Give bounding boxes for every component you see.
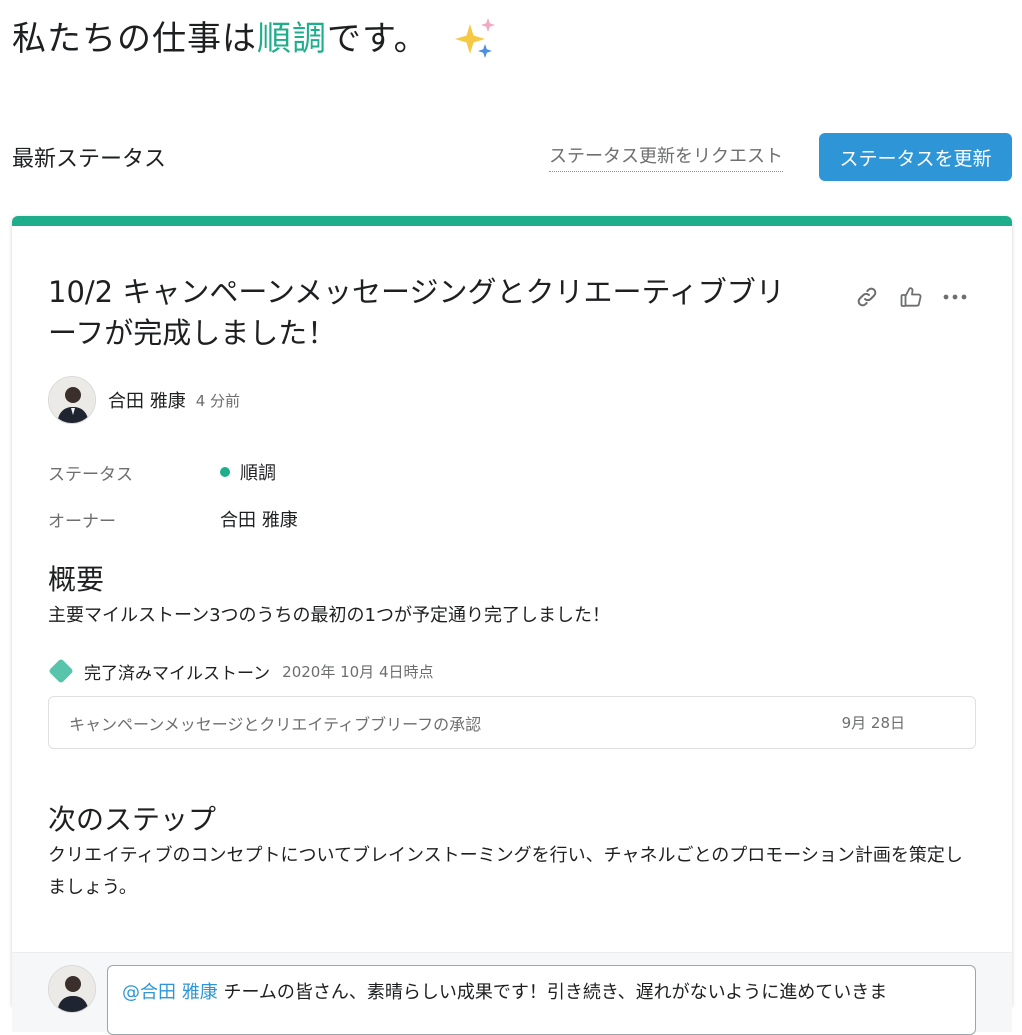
completed-milestones-header: 完了済みマイルストーン 2020年 10月 4日時点 <box>48 658 434 684</box>
owner-field: オーナー 合田 雅康 <box>48 504 298 534</box>
page-title-status: 順調 <box>257 19 327 59</box>
thumbs-up-icon[interactable] <box>898 284 924 310</box>
status-field-value: 順調 <box>220 459 276 485</box>
next-steps-heading: 次のステップ <box>48 803 217 836</box>
page-title: 私たちの仕事は 順調 です。 <box>12 14 501 64</box>
more-options-icon[interactable] <box>942 284 968 310</box>
milestone-name: キャンペーンメッセージとクリエイティブブリーフの承認 <box>69 714 482 734</box>
author-row: 合田 雅康 4 分前 <box>48 376 240 424</box>
status-field: ステータス 順調 <box>48 457 276 487</box>
latest-status-label: 最新ステータス <box>12 147 167 172</box>
avatar[interactable] <box>48 376 96 424</box>
status-update-title: 10/2 キャンペーンメッセージングとクリエーティブブリーフが完成しました！ <box>48 275 785 350</box>
owner-field-label: オーナー <box>48 511 116 532</box>
post-time: 4 分前 <box>195 391 241 410</box>
sparkles-icon <box>454 18 495 58</box>
completed-milestones-label: 完了済みマイルストーン <box>84 663 271 684</box>
card-actions <box>854 284 968 310</box>
commenter-avatar <box>48 965 96 1013</box>
author-name[interactable]: 合田 雅康 <box>108 387 186 413</box>
next-steps-text: クリエイティブのコンセプトについてブレインストーミングを行い、チャネルごとのプロ… <box>48 845 963 898</box>
summary-text: 主要マイルストーン3つのうちの最初の1つが予定通り完了しました！ <box>48 605 611 626</box>
milestone-list-item[interactable]: キャンペーンメッセージとクリエイティブブリーフの承認 9月 28日 <box>48 696 976 749</box>
update-status-button[interactable]: ステータスを更新 <box>819 133 1012 181</box>
status-indicator-dot <box>220 467 230 477</box>
status-update-card: 10/2 キャンペーンメッセージングとクリエーティブブリーフが完成しました！ 合… <box>12 216 1012 1035</box>
request-status-update-link[interactable]: ステータス更新をリクエスト <box>549 142 783 172</box>
comment-area: @合田 雅康 チームの皆さん、素晴らしい成果です！引き続き、遅れがないように進め… <box>12 952 1012 1035</box>
status-actions: ステータス更新をリクエスト ステータスを更新 <box>549 133 1012 181</box>
page-title-suffix: です。 <box>327 19 429 59</box>
status-field-label: ステータス <box>48 464 133 485</box>
summary-heading: 概要 <box>48 563 105 596</box>
milestone-date: 9月 28日 <box>841 714 905 732</box>
milestones-as-of-date: 2020年 10月 4日時点 <box>282 662 434 681</box>
comment-input[interactable]: @合田 雅康 チームの皆さん、素晴らしい成果です！引き続き、遅れがないように進め… <box>107 965 976 1035</box>
page-title-prefix: 私たちの仕事は <box>12 19 257 59</box>
status-bar: 最新ステータス ステータス更新をリクエスト ステータスを更新 <box>12 132 1012 182</box>
milestone-diamond-icon <box>48 658 74 684</box>
owner-field-value[interactable]: 合田 雅康 <box>220 506 298 532</box>
status-value-text: 順調 <box>240 463 276 484</box>
link-icon[interactable] <box>854 284 880 310</box>
